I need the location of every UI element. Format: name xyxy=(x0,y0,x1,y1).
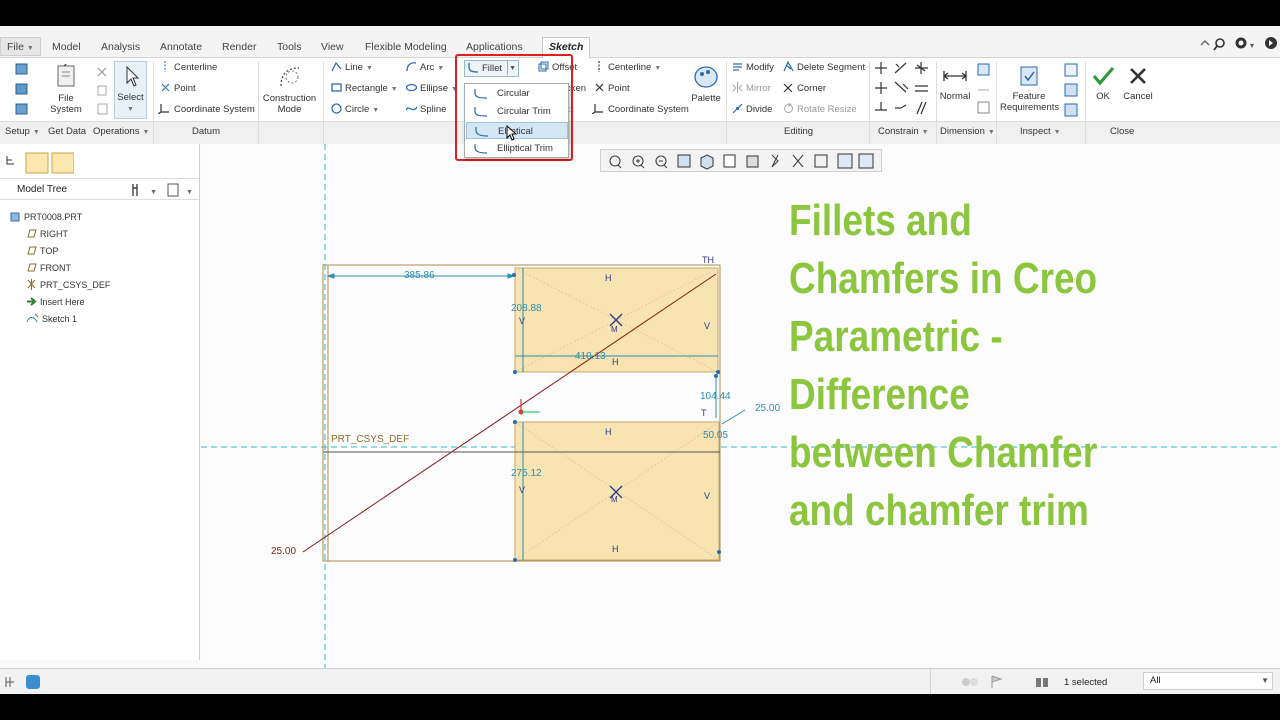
chevron-down-icon: ▼ xyxy=(1261,676,1269,685)
fillet-menu-elliptical-trim-label: Elliptical Trim xyxy=(497,143,553,154)
dimension-410-13[interactable]: 410.13 xyxy=(575,351,606,362)
fillet-elliptical-trim-icon xyxy=(474,144,488,154)
dimension-50-05[interactable]: 50.05 xyxy=(703,430,728,441)
navigator-toggle-icon xyxy=(5,677,14,687)
overlay-title-line-1: Fillets and xyxy=(789,196,972,245)
flag-icon xyxy=(991,675,1003,688)
overlay-title: Fillets and Chamfers in Creo Parametric … xyxy=(789,192,1192,540)
dimension-275-12[interactable]: 275.12 xyxy=(511,468,542,479)
fillet-menu-elliptical-trim[interactable]: Elliptical Trim xyxy=(466,140,568,157)
browser-toggle-icon xyxy=(26,675,40,689)
constraint-t: T xyxy=(701,408,707,418)
fillet-circular-icon xyxy=(474,89,488,99)
status-left-icons[interactable] xyxy=(4,674,44,690)
selection-filter[interactable]: All ▼ xyxy=(1143,672,1273,690)
constraint-h: H xyxy=(612,357,619,367)
constraint-h: H xyxy=(605,273,612,283)
fillet-menu-circular-label: Circular xyxy=(497,88,530,99)
fillet-menu-circular-trim-label: Circular Trim xyxy=(497,106,551,117)
status-light-icon xyxy=(962,678,970,686)
mouse-cursor-icon xyxy=(506,125,518,141)
selection-filter-value: All xyxy=(1150,675,1161,686)
constraint-th: TH xyxy=(702,255,714,265)
overlay-title-line-2: Chamfers in Creo xyxy=(789,254,1098,303)
overlay-title-line-3: Parametric - xyxy=(789,312,1003,361)
constraint-v: V xyxy=(519,485,526,495)
csys-label: PRT_CSYS_DEF xyxy=(331,434,410,445)
dimension-208-88[interactable]: 208.88 xyxy=(511,303,542,314)
constraint-m: M xyxy=(611,495,618,504)
overlay-title-line-4: Difference xyxy=(789,370,970,419)
constraint-v: V xyxy=(704,321,711,331)
status-indicator-icons xyxy=(962,675,1003,688)
creo-window: File ▼ Model Analysis Annotate Render Too… xyxy=(0,26,1280,694)
dimension-chamfer-25-c[interactable]: 25.00 xyxy=(271,546,296,557)
constraint-h: H xyxy=(612,544,619,554)
constraint-v: V xyxy=(704,491,711,501)
fillet-elliptical-icon xyxy=(475,127,489,137)
fillet-menu-circular[interactable]: Circular xyxy=(466,85,568,102)
dimension-385-86[interactable]: 385.86 xyxy=(404,270,435,281)
overlay-title-line-5: between Chamfer xyxy=(789,428,1098,477)
constraint-h: H xyxy=(605,427,612,437)
status-bar: 1 selected All ▼ xyxy=(0,668,1280,694)
chamfer-leader xyxy=(721,409,746,425)
selected-count: 1 selected xyxy=(1064,677,1108,688)
dimension-chamfer-25-a[interactable]: 25.00 xyxy=(755,403,780,414)
constraint-v: V xyxy=(519,316,526,326)
constraint-m: M xyxy=(611,325,618,334)
fillet-menu-circular-trim[interactable]: Circular Trim xyxy=(466,103,568,120)
fillet-circular-trim-icon xyxy=(474,107,488,117)
fillet-dropdown-menu: Circular Circular Trim Elliptical Ellipt… xyxy=(464,83,569,158)
overlay-title-line-6: and chamfer trim xyxy=(789,486,1089,535)
dimension-104-44[interactable]: 104.44 xyxy=(700,391,731,402)
divider xyxy=(930,669,931,694)
selection-icon[interactable] xyxy=(1034,674,1050,690)
